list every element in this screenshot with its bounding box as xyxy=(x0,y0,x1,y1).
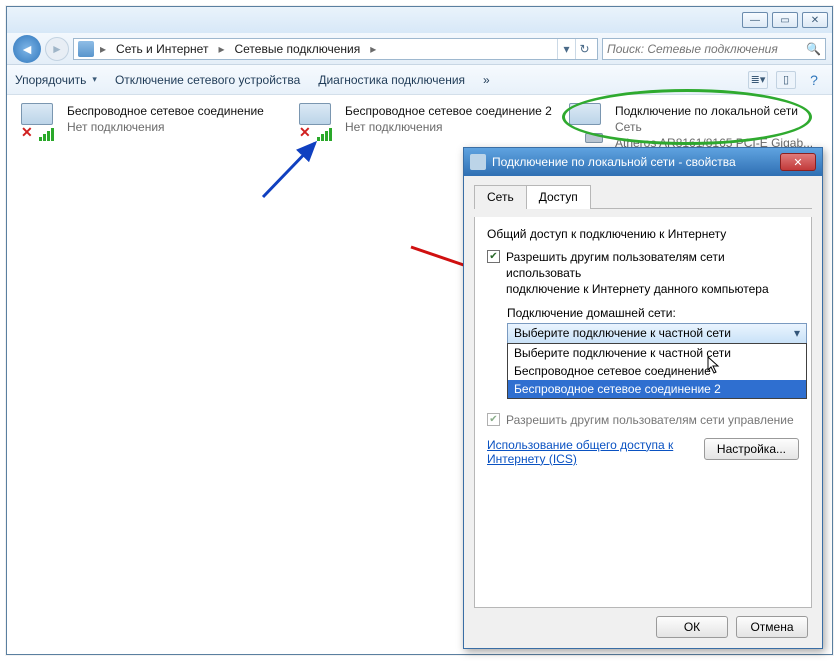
dropdown-option[interactable]: Беспроводное сетевое соединение xyxy=(508,362,806,380)
organize-menu[interactable]: Упорядочить xyxy=(15,73,97,87)
nav-bar: ◄ ► ▸ Сеть и Интернет ▸ Сетевые подключе… xyxy=(7,33,832,65)
lan-icon xyxy=(567,103,609,141)
tab-strip: Сеть Доступ xyxy=(474,184,812,209)
dialog-title: Подключение по локальной сети - свойства xyxy=(492,155,736,169)
properties-dialog: Подключение по локальной сети - свойства… xyxy=(463,147,823,649)
minimize-button[interactable]: — xyxy=(742,12,768,28)
cancel-button[interactable]: Отмена xyxy=(736,616,808,638)
network-icon xyxy=(470,154,486,170)
connection-status: Сеть xyxy=(615,119,813,135)
wifi-icon: ✕ xyxy=(19,103,61,141)
homenet-label: Подключение домашней сети: xyxy=(507,306,799,320)
tab-network[interactable]: Сеть xyxy=(474,185,527,209)
titlebar: — ▭ ✕ xyxy=(7,7,832,33)
connection-name: Подключение по локальной сети xyxy=(615,103,813,119)
diagnose-button[interactable]: Диагностика подключения xyxy=(318,73,465,87)
allow-control-checkbox[interactable]: ✔ xyxy=(487,413,500,426)
homenet-select[interactable]: Выберите подключение к частной сети Выбе… xyxy=(507,323,807,344)
dialog-titlebar[interactable]: Подключение по локальной сети - свойства… xyxy=(464,148,822,176)
forward-button[interactable]: ► xyxy=(45,37,69,61)
connection-name: Беспроводное сетевое соединение xyxy=(67,103,264,119)
connection-status: Нет подключения xyxy=(345,119,552,135)
view-button[interactable]: ≣▾ xyxy=(748,71,768,89)
chevron-right-icon: ▸ xyxy=(98,42,108,56)
select-value: Выберите подключение к частной сети xyxy=(514,326,731,340)
checkbox-label: Разрешить другим пользователям сети упра… xyxy=(506,412,794,428)
dropdown-option[interactable]: Выберите подключение к частной сети xyxy=(508,344,806,362)
wifi-icon: ✕ xyxy=(297,103,339,141)
connection-status: Нет подключения xyxy=(67,119,264,135)
address-bar[interactable]: ▸ Сеть и Интернет ▸ Сетевые подключения … xyxy=(73,38,598,60)
settings-button[interactable]: Настройка... xyxy=(704,438,799,460)
connection-item[interactable]: ✕ Беспроводное сетевое соединение 2 Нет … xyxy=(297,103,557,141)
dropdown-option[interactable]: Беспроводное сетевое соединение 2 xyxy=(508,380,806,398)
breadcrumb-item[interactable]: Сеть и Интернет xyxy=(112,39,212,59)
ics-help-link[interactable]: Использование общего доступа к xyxy=(487,438,673,452)
disconnected-icon: ✕ xyxy=(21,124,33,141)
connection-item[interactable]: Подключение по локальной сети Сеть Ather… xyxy=(567,103,817,152)
close-button[interactable]: ✕ xyxy=(802,12,828,28)
dialog-footer: ОК Отмена xyxy=(474,608,812,638)
disconnected-icon: ✕ xyxy=(299,124,311,141)
ics-help-link[interactable]: Интернету (ICS) xyxy=(487,452,673,466)
breadcrumb-item[interactable]: Сетевые подключения xyxy=(230,39,364,59)
dialog-close-button[interactable]: ✕ xyxy=(780,153,816,171)
connection-item[interactable]: ✕ Беспроводное сетевое соединение Нет по… xyxy=(19,103,279,141)
ok-button[interactable]: ОК xyxy=(656,616,728,638)
group-label: Общий доступ к подключению к Интернету xyxy=(487,227,799,241)
preview-pane-button[interactable]: ▯ xyxy=(776,71,796,89)
annotation-arrow-blue xyxy=(255,135,335,205)
search-box[interactable]: 🔍 xyxy=(602,38,826,60)
address-dropdown-button[interactable]: ▾ xyxy=(557,39,575,59)
refresh-button[interactable]: ↻ xyxy=(575,39,593,59)
overflow-button[interactable]: » xyxy=(483,73,490,87)
connection-name: Беспроводное сетевое соединение 2 xyxy=(345,103,552,119)
tab-access[interactable]: Доступ xyxy=(526,185,591,209)
help-button[interactable]: ? xyxy=(804,71,824,89)
network-icon xyxy=(78,41,94,57)
checkbox-label: подключение к Интернету данного компьюте… xyxy=(506,281,799,297)
disable-device-button[interactable]: Отключение сетевого устройства xyxy=(115,73,300,87)
allow-sharing-checkbox[interactable]: ✔ xyxy=(487,250,500,263)
search-input[interactable] xyxy=(607,42,802,56)
chevron-right-icon: ▸ xyxy=(216,42,226,56)
back-button[interactable]: ◄ xyxy=(13,35,41,63)
tab-panel-access: Общий доступ к подключению к Интернету ✔… xyxy=(474,217,812,608)
maximize-button[interactable]: ▭ xyxy=(772,12,798,28)
chevron-right-icon: ▸ xyxy=(368,42,378,56)
homenet-dropdown: Выберите подключение к частной сети Бесп… xyxy=(507,343,807,399)
search-icon: 🔍 xyxy=(806,42,821,56)
checkbox-label: Разрешить другим пользователям сети испо… xyxy=(506,249,799,281)
toolbar: Упорядочить Отключение сетевого устройст… xyxy=(7,65,832,95)
